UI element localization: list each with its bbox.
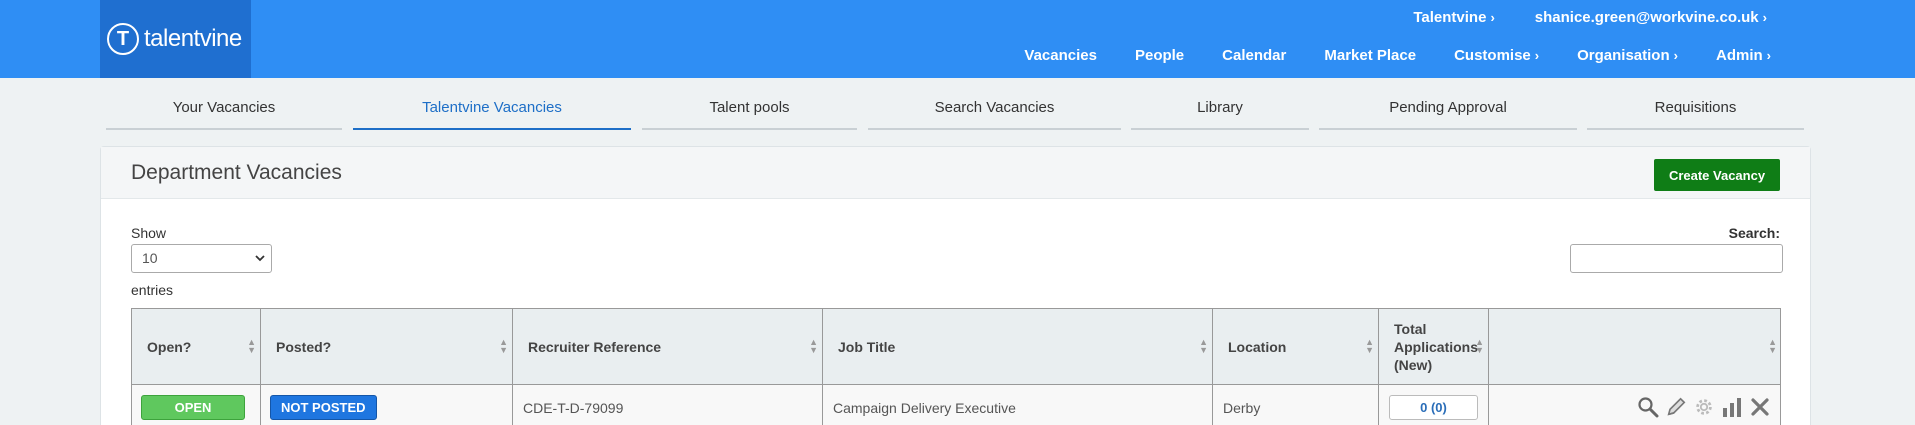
posted-status-badge[interactable]: NOT POSTED (270, 395, 377, 420)
table-row: OPEN NOT POSTED CDE-T-D-79099 Campaign D… (131, 385, 1781, 425)
sort-icon: ▲ ▼ (1199, 337, 1208, 355)
user-account-link[interactable]: shanice.green@workvine.co.uk › (1535, 9, 1767, 26)
chevron-down-icon (255, 245, 265, 282)
chevron-right-icon: › (1762, 10, 1767, 25)
sort-icon: ▲ ▼ (1475, 337, 1484, 355)
sort-icon: ▲ ▼ (809, 337, 818, 355)
chevron-right-icon: › (1766, 48, 1771, 63)
vacancies-table: Open? ▲ ▼ Posted? ▲ ▼ Recruiter Reference ▲ ▼ … (131, 308, 1781, 425)
sort-icon: ▲ ▼ (247, 337, 256, 355)
tab-library[interactable]: Library (1131, 90, 1309, 130)
logo[interactable]: T talentvine (100, 0, 251, 78)
account-links: Talentvine › shanice.green@workvine.co.uk… (1413, 9, 1767, 26)
main-nav: Vacancies People Calendar Market Place C… (1005, 47, 1790, 64)
vacancy-tabs: Your Vacancies Talentvine Vacancies Tale… (106, 90, 1804, 130)
search-icon[interactable] (1637, 395, 1659, 419)
nav-calendar[interactable]: Calendar (1203, 47, 1305, 64)
pencil-icon[interactable] (1665, 395, 1687, 419)
top-bar: T talentvine Talentvine › shanice.green@w… (0, 0, 1915, 78)
tab-requisitions[interactable]: Requisitions (1587, 90, 1804, 130)
logo-text: talentvine (144, 25, 242, 52)
nav-market-place[interactable]: Market Place (1305, 47, 1435, 64)
applications-count-button[interactable]: 0 (0) (1389, 395, 1478, 420)
open-status-badge[interactable]: OPEN (141, 395, 245, 420)
row-actions (1637, 395, 1771, 419)
table-header: Open? ▲ ▼ Posted? ▲ ▼ Recruiter Reference ▲ ▼ … (131, 309, 1781, 385)
sort-icon: ▲ ▼ (1768, 337, 1777, 355)
cell-job-title: Campaign Delivery Executive (823, 385, 1213, 425)
nav-customise[interactable]: Customise › (1435, 47, 1558, 64)
sort-icon: ▲ ▼ (499, 337, 508, 355)
column-header-posted[interactable]: Posted? ▲ ▼ (261, 309, 513, 385)
column-header-open[interactable]: Open? ▲ ▼ (132, 309, 261, 385)
entries-label: entries (131, 282, 174, 298)
nav-vacancies[interactable]: Vacancies (1005, 47, 1116, 64)
cell-location: Derby (1213, 385, 1379, 425)
column-header-location[interactable]: Location ▲ ▼ (1213, 309, 1379, 385)
search-label: Search: (1728, 225, 1780, 241)
column-header-recruiter-reference[interactable]: Recruiter Reference ▲ ▼ (513, 309, 823, 385)
logo-mark-icon: T (107, 23, 139, 55)
tab-search-vacancies[interactable]: Search Vacancies (868, 90, 1121, 130)
cell-actions (1489, 385, 1781, 425)
cell-posted: NOT POSTED (261, 385, 513, 425)
chevron-right-icon: › (1534, 48, 1540, 63)
department-vacancies-panel: Department Vacancies Create Vacancy Show… (100, 146, 1811, 425)
panel-header: Department Vacancies Create Vacancy (101, 147, 1810, 199)
column-header-actions[interactable]: ▲ ▼ (1489, 309, 1781, 385)
tab-pending-approval[interactable]: Pending Approval (1319, 90, 1577, 130)
cell-recruiter-reference: CDE-T-D-79099 (513, 385, 823, 425)
nav-organisation[interactable]: Organisation › (1558, 47, 1697, 64)
column-header-job-title[interactable]: Job Title ▲ ▼ (823, 309, 1213, 385)
cell-total-applications: 0 (0) (1379, 385, 1489, 425)
tab-your-vacancies[interactable]: Your Vacancies (106, 90, 342, 130)
nav-admin[interactable]: Admin › (1697, 47, 1790, 64)
page-length-select[interactable]: 10 (131, 244, 272, 273)
chevron-right-icon: › (1490, 10, 1495, 25)
tab-talent-pools[interactable]: Talent pools (642, 90, 857, 130)
cell-open: OPEN (132, 385, 261, 425)
chevron-right-icon: › (1673, 48, 1678, 63)
column-header-total-applications[interactable]: Total Applications (New) ▲ ▼ (1379, 309, 1489, 385)
page-title: Department Vacancies (131, 161, 342, 184)
nav-people[interactable]: People (1116, 47, 1203, 64)
tab-talentvine-vacancies[interactable]: Talentvine Vacancies (353, 90, 631, 130)
org-switcher-link[interactable]: Talentvine › (1413, 9, 1494, 26)
close-icon[interactable] (1749, 395, 1771, 419)
create-vacancy-button[interactable]: Create Vacancy (1654, 159, 1780, 191)
show-label: Show (131, 225, 167, 241)
search-input[interactable] (1570, 244, 1783, 273)
sort-icon: ▲ ▼ (1365, 337, 1374, 355)
bar-chart-icon[interactable] (1721, 395, 1743, 419)
gear-icon[interactable] (1693, 395, 1715, 419)
